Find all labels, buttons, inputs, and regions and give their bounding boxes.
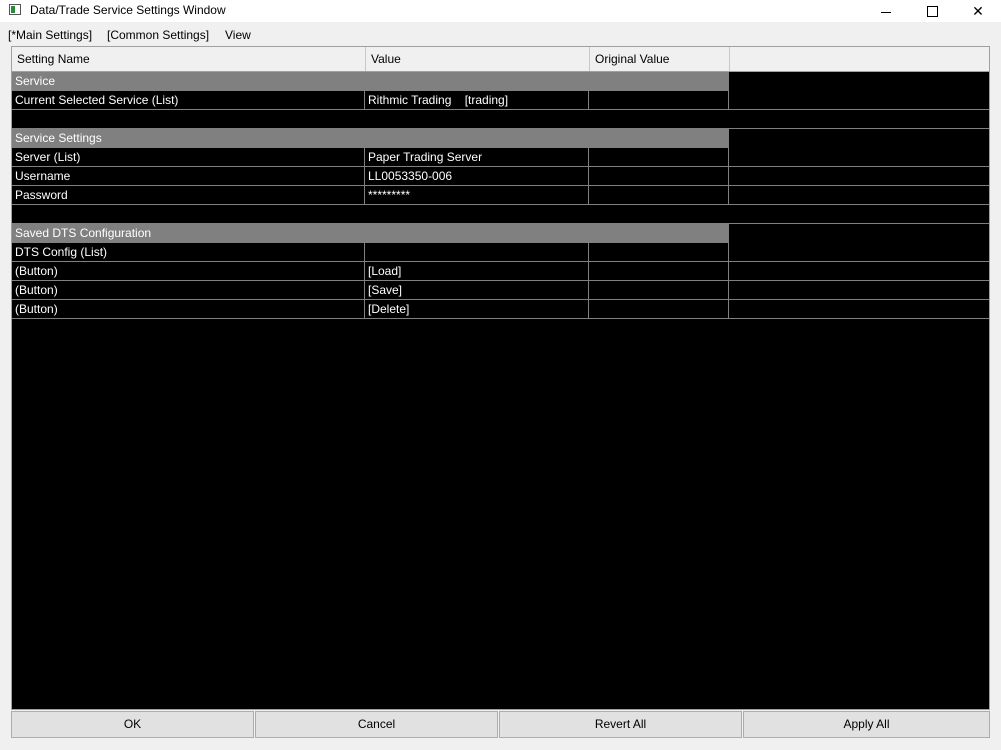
extra-cell (729, 300, 989, 319)
extra-cell (729, 167, 989, 186)
revert-all-button[interactable]: Revert All (499, 711, 742, 738)
setting-value-cell[interactable]: Paper Trading Server (365, 148, 589, 167)
window-title: Data/Trade Service Settings Window (30, 3, 226, 17)
original-value-cell (589, 262, 729, 281)
setting-value-cell[interactable]: ********* (365, 186, 589, 205)
extra-cell (729, 281, 989, 300)
setting-name-cell: (Button) (12, 300, 365, 319)
table-row-spacer (12, 110, 989, 129)
section-header-filler (729, 224, 989, 243)
setting-name-cell: Username (12, 167, 365, 186)
menu-view[interactable]: View (225, 28, 251, 42)
maximize-button[interactable] (909, 0, 955, 22)
table-row-load[interactable]: (Button) [Load] (12, 262, 989, 281)
section-header-service-settings: Service Settings (12, 129, 989, 148)
section-header-service: Service (12, 72, 989, 91)
minimize-button[interactable] (863, 0, 909, 22)
app-window-icon (9, 4, 21, 15)
section-label: Service (12, 72, 729, 91)
button-bar: OK Cancel Revert All Apply All (11, 711, 990, 739)
extra-cell (729, 91, 989, 110)
original-value-cell (589, 167, 729, 186)
extra-cell (729, 186, 989, 205)
section-label: Service Settings (12, 129, 729, 148)
original-value-cell (589, 186, 729, 205)
save-button-cell[interactable]: [Save] (365, 281, 589, 300)
column-header-value[interactable]: Value (366, 47, 590, 71)
menu-common-settings[interactable]: [Common Settings] (107, 28, 209, 42)
setting-value-cell[interactable]: LL0053350-006 (365, 167, 589, 186)
original-value-cell (589, 148, 729, 167)
section-header-filler (729, 129, 989, 148)
original-value-cell (589, 281, 729, 300)
grid-header: Setting Name Value Original Value (12, 47, 989, 72)
setting-value-cell[interactable] (365, 243, 589, 262)
extra-cell (729, 148, 989, 167)
setting-name-cell: Password (12, 186, 365, 205)
column-header-extra[interactable] (730, 47, 989, 71)
table-row-username[interactable]: Username LL0053350-006 (12, 167, 989, 186)
original-value-cell (589, 91, 729, 110)
setting-name-cell: (Button) (12, 262, 365, 281)
column-header-original-value[interactable]: Original Value (590, 47, 730, 71)
original-value-cell (589, 300, 729, 319)
table-row-delete[interactable]: (Button) [Delete] (12, 300, 989, 319)
table-row-save[interactable]: (Button) [Save] (12, 281, 989, 300)
apply-all-button[interactable]: Apply All (743, 711, 990, 738)
column-header-setting-name[interactable]: Setting Name (12, 47, 366, 71)
ok-button[interactable]: OK (11, 711, 254, 738)
setting-value-cell[interactable]: Rithmic Trading [trading] (365, 91, 589, 110)
setting-name-cell: (Button) (12, 281, 365, 300)
close-icon: ✕ (972, 2, 984, 19)
table-row-current-service[interactable]: Current Selected Service (List) Rithmic … (12, 91, 989, 110)
close-button[interactable]: ✕ (955, 0, 1001, 22)
section-header-saved-dts: Saved DTS Configuration (12, 224, 989, 243)
original-value-cell (589, 243, 729, 262)
extra-cell (729, 243, 989, 262)
menu-bar: [*Main Settings] [Common Settings] View (0, 26, 1001, 44)
section-label: Saved DTS Configuration (12, 224, 729, 243)
table-row-password[interactable]: Password ********* (12, 186, 989, 205)
setting-name-cell: DTS Config (List) (12, 243, 365, 262)
spacer-cell (12, 205, 989, 224)
settings-grid[interactable]: Setting Name Value Original Value Servic… (11, 46, 990, 710)
menu-main-settings[interactable]: [*Main Settings] (8, 28, 92, 42)
delete-button-cell[interactable]: [Delete] (365, 300, 589, 319)
table-row-spacer (12, 205, 989, 224)
maximize-icon (926, 5, 938, 17)
section-header-filler (729, 72, 989, 91)
extra-cell (729, 262, 989, 281)
minimize-icon (881, 11, 891, 13)
title-bar[interactable]: Data/Trade Service Settings Window ✕ (0, 0, 1001, 22)
spacer-cell (12, 110, 989, 129)
setting-name-cell: Server (List) (12, 148, 365, 167)
load-button-cell[interactable]: [Load] (365, 262, 589, 281)
setting-name-cell: Current Selected Service (List) (12, 91, 365, 110)
table-row-server[interactable]: Server (List) Paper Trading Server (12, 148, 989, 167)
table-row-dts-config[interactable]: DTS Config (List) (12, 243, 989, 262)
cancel-button[interactable]: Cancel (255, 711, 498, 738)
